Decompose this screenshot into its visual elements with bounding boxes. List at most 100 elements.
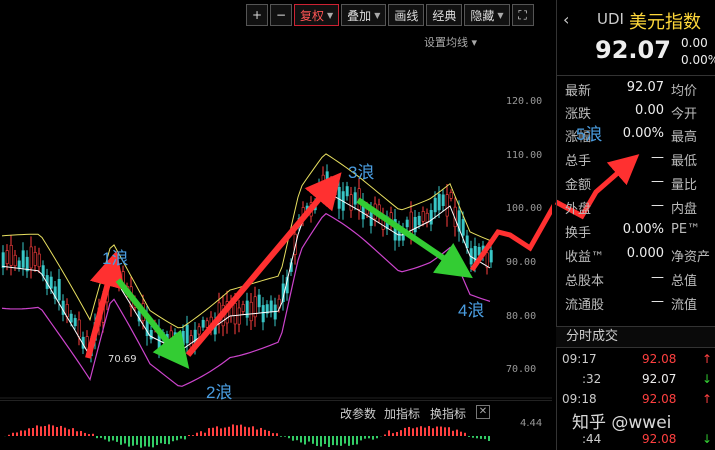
candle-body bbox=[417, 215, 421, 226]
macd-bar bbox=[456, 429, 458, 436]
candle-body bbox=[1, 252, 5, 268]
macd-bar bbox=[460, 431, 462, 436]
candle-body bbox=[353, 192, 357, 205]
macd-bar bbox=[84, 432, 86, 436]
macd-bar bbox=[184, 436, 186, 440]
candle-body bbox=[177, 341, 181, 350]
tick-price: 92.07 bbox=[642, 372, 677, 386]
macd-bar bbox=[332, 436, 334, 446]
quote-change: 0.00 bbox=[681, 36, 708, 50]
wave-5-label: 5浪 bbox=[576, 125, 603, 144]
quote-row-key: 外盘 bbox=[565, 202, 592, 217]
candle-body bbox=[425, 212, 429, 223]
macd-bar bbox=[164, 436, 166, 445]
mid-band-line bbox=[1, 190, 491, 358]
price-tick: 80.00 bbox=[506, 311, 537, 322]
quote-row-key: 总手 bbox=[565, 154, 592, 169]
tick-time: :32 bbox=[582, 372, 602, 386]
tick-down-icon: ↓ bbox=[702, 372, 713, 386]
quote-row: 金额 — 量比 bbox=[561, 174, 715, 197]
candle-body bbox=[205, 320, 209, 328]
quote-row-key2: 流值 bbox=[671, 298, 698, 313]
quote-row-key: 最新 bbox=[565, 84, 592, 99]
macd-bar bbox=[236, 425, 238, 436]
candle-body bbox=[57, 279, 61, 301]
back-arrow-icon[interactable]: ‹ bbox=[563, 10, 569, 29]
quote-row-key: 换手 bbox=[565, 226, 592, 241]
macd-bar bbox=[360, 436, 362, 441]
macd-bar bbox=[472, 436, 474, 438]
macd-bar bbox=[192, 435, 194, 436]
macd-bar bbox=[448, 427, 450, 436]
macd-bar bbox=[28, 428, 30, 436]
macd-bar bbox=[196, 432, 198, 436]
macd-bar bbox=[316, 436, 318, 446]
macd-bar bbox=[76, 431, 78, 436]
candlestick-chart[interactable]: 70.69 bbox=[0, 0, 552, 400]
change-params-button[interactable]: 改参数 bbox=[340, 405, 376, 422]
macd-bar bbox=[60, 425, 62, 436]
quote-row-key2: 今开 bbox=[671, 107, 698, 122]
macd-bar bbox=[16, 432, 18, 436]
candle-body bbox=[489, 250, 493, 263]
close-indicator-icon[interactable]: ✕ bbox=[476, 405, 490, 419]
macd-bar bbox=[88, 434, 90, 436]
macd-bar bbox=[44, 425, 46, 436]
candle-body bbox=[449, 192, 453, 199]
trade-ticks-header: 分时成交 bbox=[556, 326, 715, 348]
macd-bar bbox=[140, 436, 142, 448]
quote-row-key: 收益™ bbox=[565, 250, 605, 265]
candle-body bbox=[269, 300, 273, 313]
macd-bar bbox=[280, 436, 282, 437]
macd-bar bbox=[324, 436, 326, 445]
candle-body bbox=[261, 305, 265, 323]
wave-1-label: 1浪 bbox=[102, 249, 129, 268]
quote-row-value: — bbox=[651, 174, 664, 189]
macd-bar bbox=[300, 436, 302, 443]
macd-bar bbox=[400, 430, 402, 436]
tick-price: 92.08 bbox=[642, 352, 677, 366]
macd-bar bbox=[416, 427, 418, 436]
macd-bar bbox=[40, 426, 42, 436]
candle-body bbox=[245, 300, 249, 318]
macd-bar bbox=[260, 427, 262, 436]
macd-bar bbox=[220, 428, 222, 436]
macd-bar bbox=[264, 429, 266, 436]
macd-bar bbox=[208, 428, 210, 436]
candle-body bbox=[325, 171, 329, 187]
quote-row-key2: 均价 bbox=[671, 84, 698, 99]
switch-indicator-button[interactable]: 换指标 bbox=[430, 405, 466, 422]
candle-body bbox=[49, 276, 53, 289]
quote-row-key2: PE™ bbox=[671, 222, 701, 237]
macd-bar bbox=[64, 427, 66, 436]
macd-bar bbox=[224, 427, 226, 436]
macd-bar bbox=[48, 424, 50, 436]
tick-time: 09:17 bbox=[562, 352, 597, 366]
macd-bar bbox=[52, 425, 54, 436]
macd-bar bbox=[312, 436, 314, 444]
macd-bar bbox=[404, 427, 406, 436]
macd-bar bbox=[80, 430, 82, 436]
quote-row-key2: 内盘 bbox=[671, 202, 698, 217]
macd-bar bbox=[268, 430, 270, 436]
candle-body bbox=[69, 313, 73, 323]
candle-body bbox=[181, 331, 185, 346]
tick-time: 09:18 bbox=[562, 392, 597, 406]
candle-body bbox=[197, 326, 201, 335]
add-indicator-button[interactable]: 加指标 bbox=[384, 405, 420, 422]
macd-bar bbox=[328, 436, 330, 448]
macd-bar bbox=[200, 431, 202, 436]
quote-row: 收益™ 0.000 净资产 bbox=[561, 246, 715, 269]
macd-histogram bbox=[4, 424, 490, 448]
quote-header: ‹ UDI 美元指数 92.07 0.00 0.00% bbox=[557, 0, 715, 76]
candle-body bbox=[257, 294, 261, 308]
candle-body bbox=[173, 332, 177, 342]
candle-body bbox=[73, 318, 77, 327]
macd-bar bbox=[348, 436, 350, 446]
macd-bar bbox=[336, 436, 338, 446]
macd-bar bbox=[420, 426, 422, 436]
macd-bar bbox=[468, 436, 470, 437]
low-price-label: 70.69 bbox=[108, 354, 137, 365]
wave-4-label: 4浪 bbox=[458, 301, 485, 320]
price-tick: 110.00 bbox=[506, 150, 543, 161]
